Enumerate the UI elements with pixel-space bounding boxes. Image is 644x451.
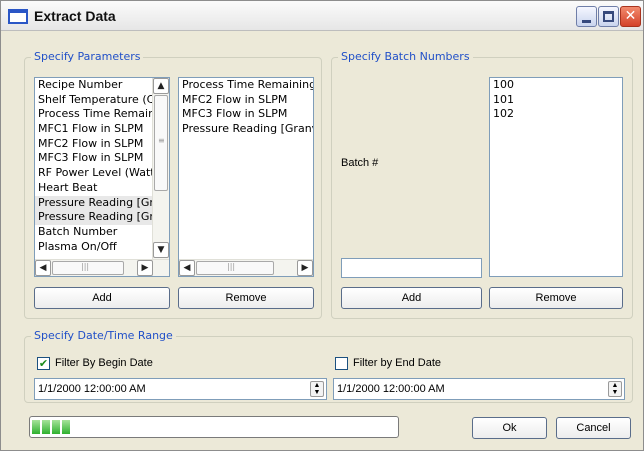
add-batch-button[interactable]: Add	[341, 287, 482, 309]
selected-parameter-item[interactable]: Process Time Remaining (	[179, 78, 313, 93]
grip-icon: ≡	[158, 136, 165, 145]
horizontal-scrollbar[interactable]: ◀ ||| ▶	[35, 259, 169, 276]
available-parameter-item[interactable]: Pressure Reading [Gra	[35, 195, 169, 211]
batch-number-label: Batch #	[341, 157, 379, 169]
remove-parameter-button[interactable]: Remove	[178, 287, 314, 309]
progress-segment	[62, 420, 70, 434]
available-parameter-item[interactable]: MFC2 Flow in SLPM	[35, 137, 169, 152]
spin-updown-icon[interactable]: ▲ ▼	[310, 381, 324, 397]
checkmark-icon: ✔	[38, 357, 49, 370]
available-parameter-item[interactable]: MFC1 Flow in SLPM	[35, 122, 169, 137]
progress-segment	[32, 420, 40, 434]
selected-items: Process Time Remaining (MFC2 Flow in SLP…	[179, 78, 313, 137]
window-icon	[8, 9, 28, 24]
batch-number-item[interactable]: 101	[490, 93, 622, 108]
batch-group-label: Specify Batch Numbers	[338, 50, 473, 63]
minimize-icon[interactable]	[576, 6, 597, 27]
batch-number-input[interactable]	[341, 258, 482, 278]
available-parameter-item[interactable]: Pressure Reading [Gra	[35, 210, 169, 225]
remove-batch-button[interactable]: Remove	[489, 287, 623, 309]
scroll-down-arrow-icon[interactable]: ▼	[153, 242, 169, 258]
available-parameter-item[interactable]: Batch Number	[35, 225, 169, 240]
parameters-group-label: Specify Parameters	[31, 50, 144, 63]
available-parameters-list[interactable]: Recipe Number Shelf Temperature (Ce Proces…	[34, 77, 170, 277]
filter-begin-date-checkbox[interactable]: ✔	[37, 357, 50, 370]
available-parameter-item[interactable]: Shelf Temperature (Ce	[35, 93, 169, 108]
end-date-picker[interactable]: 1/1/2000 12:00:00 AM ▲ ▼	[333, 378, 625, 400]
available-parameter-item[interactable]: Heart Beat	[35, 181, 169, 196]
progress-fill	[32, 420, 70, 434]
window-title: Extract Data	[34, 8, 116, 24]
grip-icon: |||	[81, 262, 90, 271]
scroll-up-arrow-icon[interactable]: ▲	[153, 78, 169, 94]
scroll-right-arrow-icon[interactable]: ▶	[297, 260, 313, 276]
available-parameter-item[interactable]: Recipe Number	[35, 78, 169, 93]
available-parameter-item[interactable]: RF Power Level (Watt	[35, 166, 169, 181]
maximize-icon[interactable]	[598, 6, 619, 27]
batch-numbers-list[interactable]: 100 101 102	[489, 77, 623, 277]
available-parameter-item[interactable]: MFC3 Flow in SLPM	[35, 151, 169, 166]
selected-parameter-item[interactable]: Pressure Reading [Granvi	[179, 122, 313, 137]
selected-parameter-item[interactable]: MFC2 Flow in SLPM	[179, 93, 313, 108]
filter-end-date-label: Filter by End Date	[353, 357, 442, 369]
close-icon[interactable]: ✕	[620, 6, 641, 27]
selected-parameter-item[interactable]: MFC3 Flow in SLPM	[179, 107, 313, 122]
progress-bar	[29, 416, 399, 438]
scroll-right-arrow-icon[interactable]: ▶	[137, 260, 153, 276]
filter-begin-date-label: Filter By Begin Date	[55, 357, 153, 369]
date-range-group-label: Specify Date/Time Range	[31, 329, 176, 342]
batch-number-item[interactable]: 102	[490, 107, 622, 122]
spin-updown-icon[interactable]: ▲ ▼	[608, 381, 622, 397]
ok-button[interactable]: Ok	[472, 417, 547, 439]
grip-icon: |||	[227, 262, 236, 271]
filter-end-date-checkbox[interactable]	[335, 357, 348, 370]
selected-parameters-list[interactable]: Process Time Remaining (MFC2 Flow in SLP…	[178, 77, 314, 277]
scroll-left-arrow-icon[interactable]: ◀	[35, 260, 51, 276]
batch-items: 100 101 102	[490, 78, 622, 122]
cancel-button[interactable]: Cancel	[556, 417, 631, 439]
horizontal-scrollbar[interactable]: ◀ ||| ▶	[179, 259, 313, 276]
add-parameter-button[interactable]: Add	[34, 287, 170, 309]
begin-date-picker[interactable]: 1/1/2000 12:00:00 AM ▲ ▼	[34, 378, 327, 400]
extract-data-window: Extract Data ✕ Specify Parameters Recipe…	[0, 0, 644, 451]
available-items: Recipe Number Shelf Temperature (Ce Proces…	[35, 78, 169, 254]
progress-segment	[52, 420, 60, 434]
scroll-left-arrow-icon[interactable]: ◀	[179, 260, 195, 276]
available-parameter-item[interactable]: Process Time Remainir	[35, 107, 169, 122]
end-date-value: 1/1/2000 12:00:00 AM	[337, 383, 445, 395]
batch-number-item[interactable]: 100	[490, 78, 622, 93]
begin-date-value: 1/1/2000 12:00:00 AM	[38, 383, 146, 395]
title-bar[interactable]: Extract Data ✕	[1, 1, 643, 31]
vertical-scrollbar[interactable]: ▲ ≡ ▼	[152, 78, 169, 260]
available-parameter-item[interactable]: Plasma On/Off	[35, 240, 169, 255]
progress-segment	[42, 420, 50, 434]
